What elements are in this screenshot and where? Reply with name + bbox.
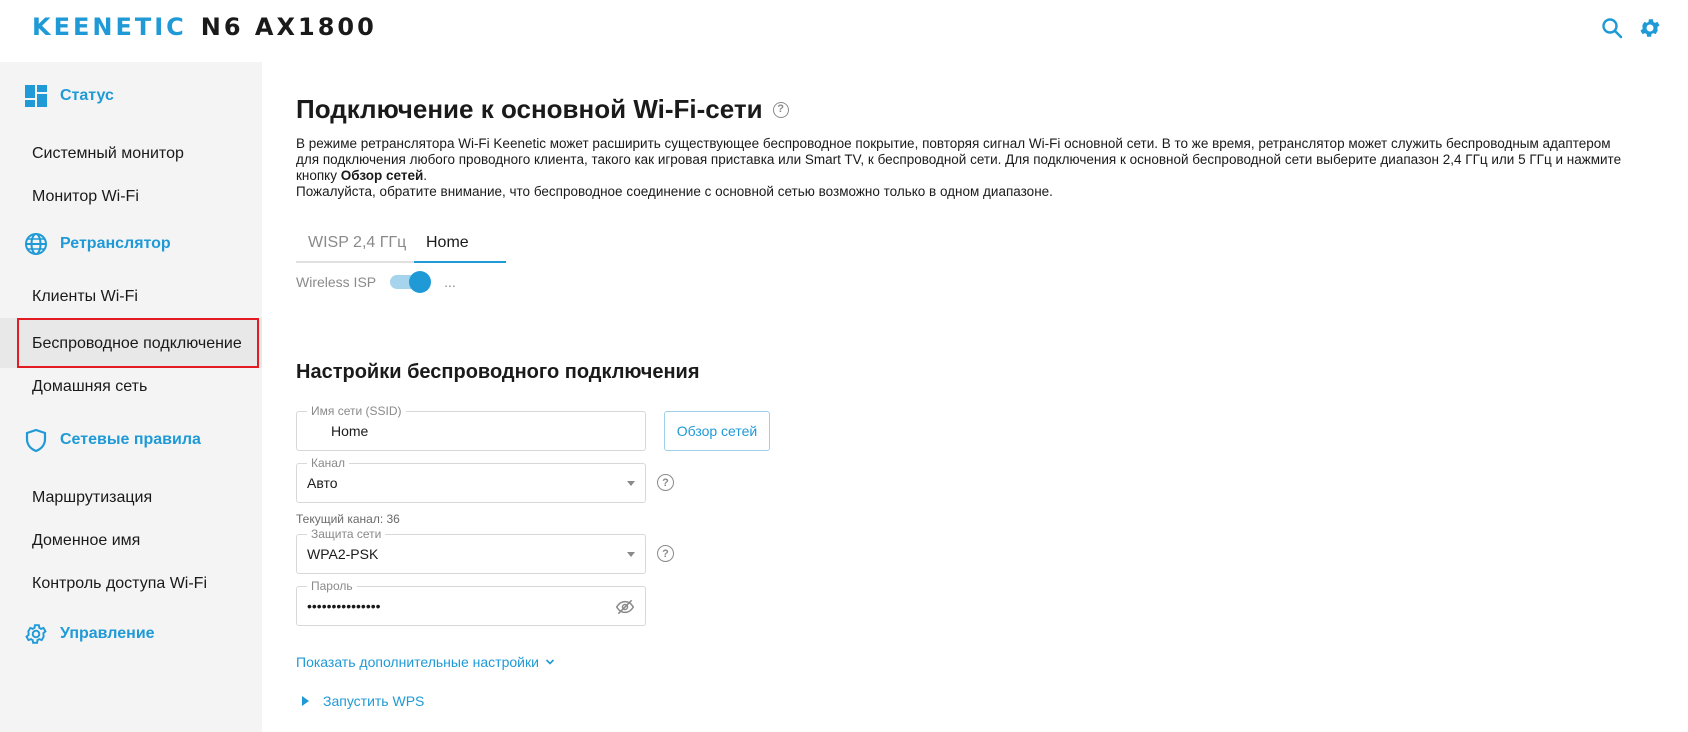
description-end: .	[423, 168, 428, 183]
gear-icon	[25, 624, 47, 644]
sidebar-section-management[interactable]: Управление	[24, 622, 155, 646]
logo-brand: KEENETIC	[32, 13, 187, 41]
logo: KEENETIC N6 AX1800	[32, 13, 377, 41]
security-help-icon[interactable]: ?	[657, 545, 674, 562]
tab-home[interactable]: Home	[414, 225, 506, 263]
logo-model: N6 AX1800	[200, 13, 377, 41]
sidebar-item-wifi-monitor[interactable]: Монитор Wi-Fi	[32, 188, 139, 206]
security-label: Защита сети	[307, 527, 386, 541]
main-content: Подключение к основной Wi-Fi-сети ? В ре…	[262, 62, 1688, 732]
chevron-down-icon	[627, 481, 635, 486]
sidebar-item-wireless-connection[interactable]: Беспроводное подключение	[32, 335, 242, 353]
chevron-down-icon	[627, 552, 635, 557]
show-advanced-settings-link[interactable]: Показать дополнительные настройки	[296, 654, 555, 670]
channel-select[interactable]: Канал Авто	[296, 456, 646, 503]
security-select[interactable]: Защита сети WPA2-PSK	[296, 527, 646, 574]
header-actions	[1600, 16, 1662, 40]
description-text: В режиме ретранслятора Wi-Fi Keenetic мо…	[296, 136, 1622, 183]
ssid-field[interactable]: Имя сети (SSID) Home	[296, 404, 646, 451]
sidebar-section-title: Ретранслятор	[60, 235, 171, 252]
wireless-isp-row: Wireless ISP ...	[296, 271, 456, 293]
sidebar: Статус Системный монитор Монитор Wi-Fi Р…	[0, 62, 262, 732]
sidebar-item-home-network[interactable]: Домашняя сеть	[32, 378, 147, 396]
password-value: •••••••••••••••	[307, 598, 381, 614]
current-channel-hint: Текущий канал: 36	[296, 512, 400, 526]
ssid-label: Имя сети (SSID)	[307, 404, 406, 418]
sidebar-item-wifi-clients[interactable]: Клиенты Wi-Fi	[32, 288, 138, 306]
password-field[interactable]: Пароль •••••••••••••••	[296, 579, 646, 626]
page-description: В режиме ретранслятора Wi-Fi Keenetic мо…	[296, 136, 1626, 200]
sidebar-section-status[interactable]: Статус	[24, 84, 114, 108]
channel-label: Канал	[307, 456, 349, 470]
sidebar-section-title: Сетевые правила	[60, 431, 201, 448]
page-title-text: Подключение к основной Wi-Fi-сети	[296, 94, 763, 124]
wireless-isp-toggle[interactable]	[390, 271, 432, 293]
tab-wisp-24[interactable]: WISP 2,4 ГГц	[296, 225, 414, 263]
description-bold: Обзор сетей	[340, 168, 424, 183]
play-icon	[302, 696, 309, 706]
top-header: KEENETIC N6 AX1800	[0, 0, 1688, 62]
sidebar-item-routing[interactable]: Маршрутизация	[32, 489, 152, 507]
settings-title: Настройки беспроводного подключения	[296, 361, 700, 383]
shield-icon	[25, 428, 47, 452]
channel-value: Авто	[307, 475, 338, 491]
sidebar-section-title: Управление	[60, 625, 155, 642]
band-tabs: WISP 2,4 ГГц Home	[296, 225, 506, 263]
sidebar-item-domain-name[interactable]: Доменное имя	[32, 532, 140, 550]
sidebar-item-wifi-access-control[interactable]: Контроль доступа Wi-Fi	[32, 575, 207, 593]
gear-icon[interactable]	[1638, 16, 1662, 40]
wireless-isp-label: Wireless ISP	[296, 274, 377, 290]
sidebar-item-system-monitor[interactable]: Системный монитор	[32, 145, 184, 163]
password-label: Пароль	[307, 579, 357, 593]
description-note: Пожалуйста, обратите внимание, что беспр…	[296, 184, 1053, 199]
wps-link-label: Запустить WPS	[323, 693, 425, 709]
page-title: Подключение к основной Wi-Fi-сети ?	[296, 94, 789, 125]
sidebar-section-network-rules[interactable]: Сетевые правила	[24, 428, 201, 452]
advanced-link-label: Показать дополнительные настройки	[296, 654, 539, 670]
start-wps-link[interactable]: Запустить WPS	[302, 693, 424, 709]
more-options[interactable]: ...	[444, 274, 456, 290]
ssid-value: Home	[331, 423, 369, 439]
scan-networks-button[interactable]: Обзор сетей	[664, 411, 770, 451]
channel-help-icon[interactable]: ?	[657, 474, 674, 491]
dashboard-icon	[25, 85, 47, 107]
toggle-knob	[409, 271, 432, 293]
sidebar-section-repeater[interactable]: Ретранслятор	[24, 232, 171, 256]
globe-icon	[25, 233, 47, 255]
security-value: WPA2-PSK	[307, 546, 379, 562]
eye-off-icon[interactable]	[615, 597, 635, 617]
search-icon[interactable]	[1600, 16, 1624, 40]
sidebar-section-title: Статус	[60, 87, 114, 104]
chevron-down-icon	[545, 659, 554, 665]
help-icon[interactable]: ?	[772, 101, 789, 118]
